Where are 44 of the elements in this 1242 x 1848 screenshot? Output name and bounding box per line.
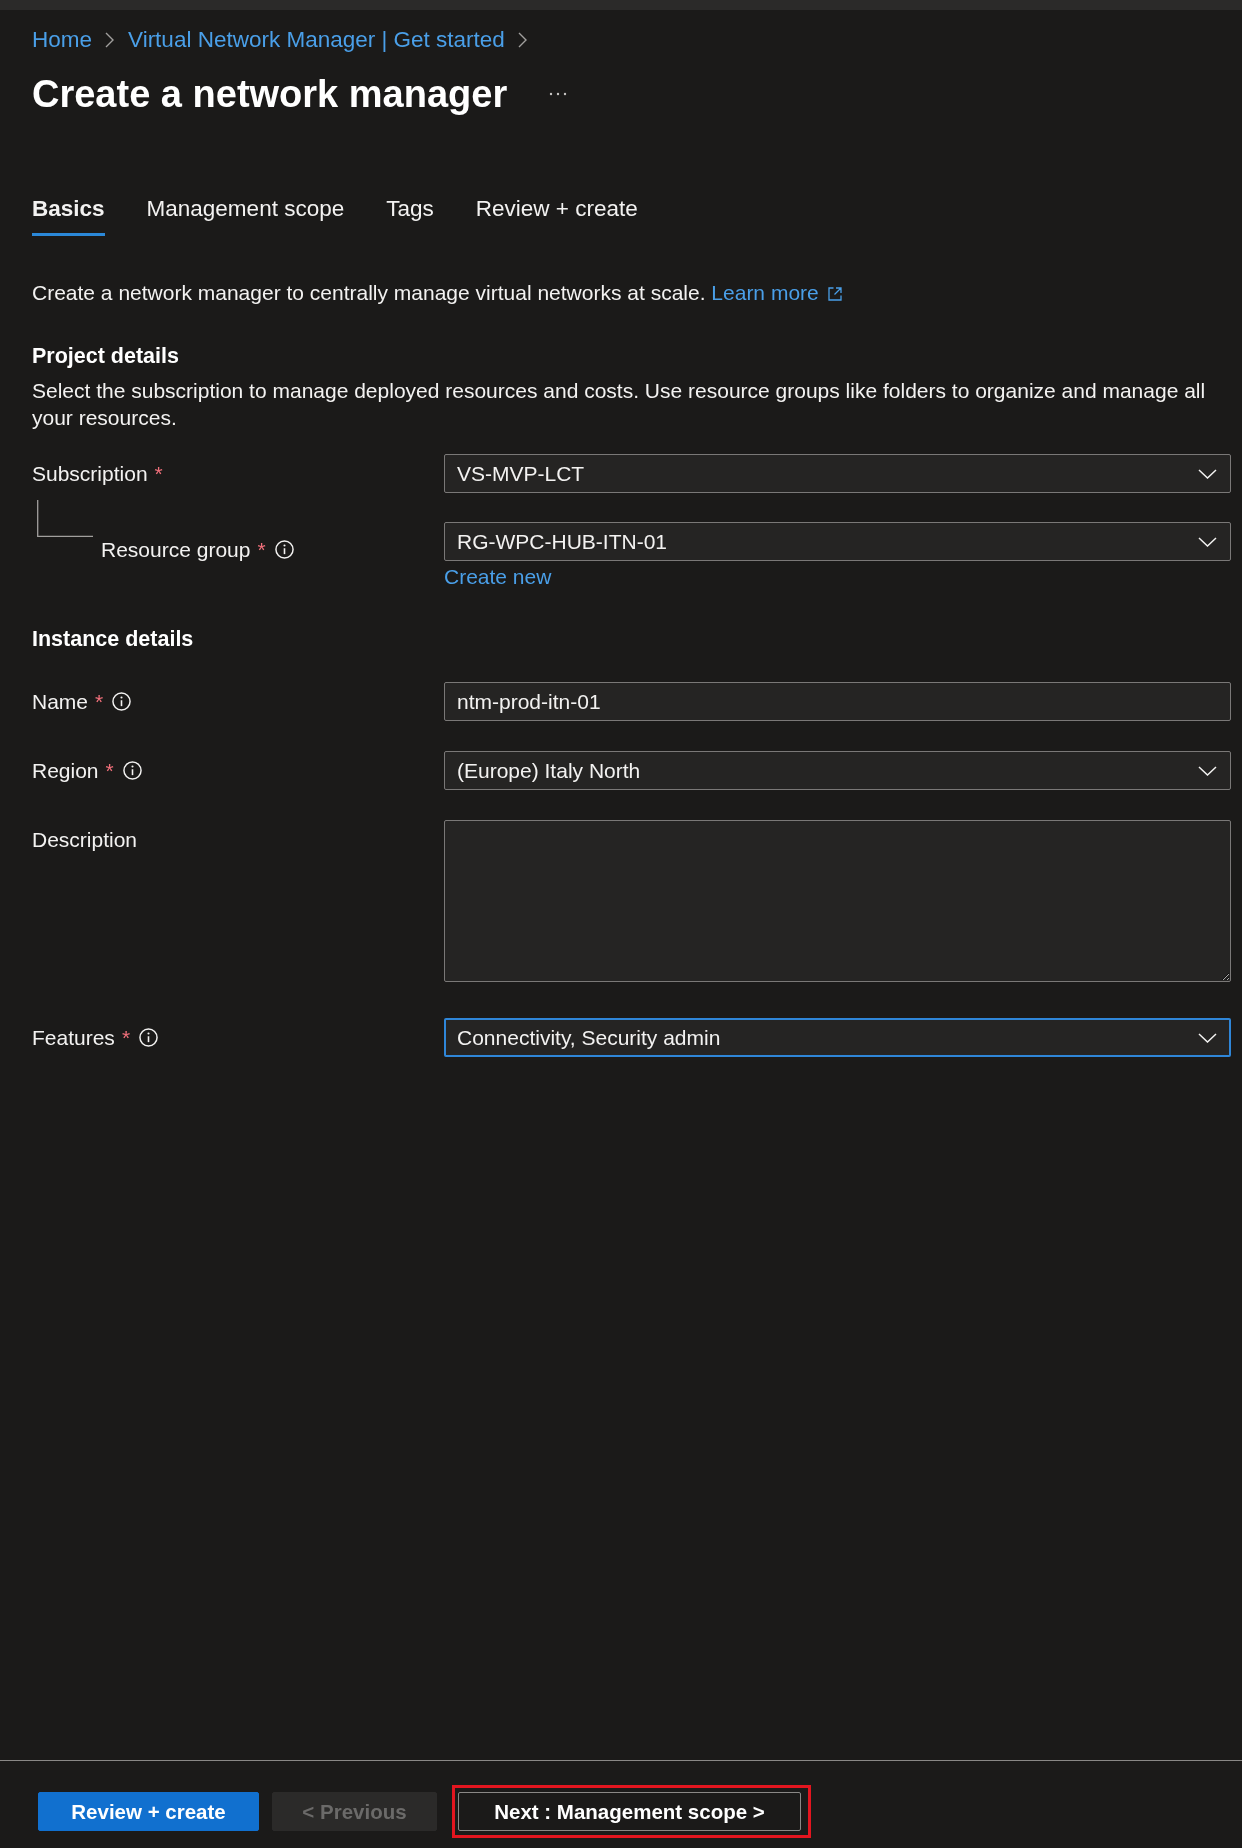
required-asterisk: * xyxy=(121,1025,131,1050)
breadcrumb-chevron-icon xyxy=(105,32,115,48)
external-link-icon xyxy=(827,287,842,301)
page-title: Create a network manager xyxy=(32,72,508,116)
dropdown[interactable]: VS-MVP-LCT xyxy=(444,454,1231,493)
info-icon[interactable] xyxy=(112,692,132,711)
required-asterisk: * xyxy=(257,537,266,562)
info-icon[interactable] xyxy=(274,540,294,559)
tree-connector-line xyxy=(37,500,93,537)
info-icon[interactable] xyxy=(122,761,142,780)
section-heading: Instance details xyxy=(32,626,195,652)
required-asterisk: * xyxy=(105,758,114,783)
breadcrumb-link[interactable]: Home xyxy=(32,27,93,53)
breadcrumb-chevron-icon xyxy=(517,32,527,48)
chevron-down-icon xyxy=(1198,536,1217,547)
breadcrumb-link[interactable]: Virtual Network Manager | Get started xyxy=(128,27,505,53)
field-label: Name xyxy=(32,689,89,714)
more-options-icon[interactable] xyxy=(549,92,568,96)
primary-button[interactable]: Review + create xyxy=(38,1792,259,1831)
field-label: Region xyxy=(32,758,99,783)
info-icon[interactable] xyxy=(139,1028,159,1047)
tab[interactable]: Review + create xyxy=(475,196,638,236)
chevron-down-icon xyxy=(1198,765,1217,776)
tab[interactable]: Basics xyxy=(32,196,105,236)
learn-more-link[interactable]: Learn more xyxy=(711,281,842,304)
tab[interactable]: Tags xyxy=(386,196,434,236)
dropdown[interactable]: Connectivity, Security admin xyxy=(444,1018,1231,1057)
field-label: Resource group xyxy=(101,537,251,562)
dropdown[interactable]: RG-WPC-HUB-ITN-01 xyxy=(444,522,1231,561)
required-asterisk: * xyxy=(154,461,163,486)
tab[interactable]: Management scope xyxy=(146,196,345,236)
required-asterisk: * xyxy=(95,689,104,714)
secondary-button[interactable]: Next : Management scope > xyxy=(458,1792,801,1831)
chevron-down-icon xyxy=(1198,1032,1217,1043)
field-label: Subscription xyxy=(32,461,148,486)
chevron-down-icon xyxy=(1198,468,1217,479)
text-input[interactable]: ntm-prod-itn-01 xyxy=(444,682,1231,721)
intro-text: Create a network manager to centrally manage virtual networks at scale. Learn more xyxy=(32,280,1231,306)
dropdown[interactable]: (Europe) Italy North xyxy=(444,751,1231,790)
field-label: Description xyxy=(32,827,138,852)
section-heading: Project details xyxy=(32,343,180,369)
create-new-link[interactable]: Create new xyxy=(444,565,552,589)
section-description: Select the subscription to manage deployed resources and costs. Use resource groups like folders to organize and manage all your resources. xyxy=(32,378,1207,431)
field-label: Features xyxy=(32,1025,115,1050)
